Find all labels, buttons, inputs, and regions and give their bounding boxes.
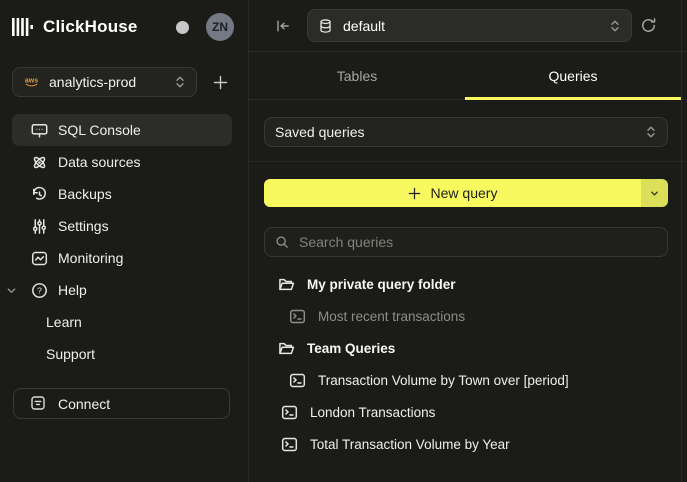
- sidebar-item-label: Backups: [58, 186, 112, 202]
- sidebar-item-label: SQL Console: [58, 122, 141, 138]
- select-chevrons-icon: [174, 75, 186, 89]
- search-icon: [275, 235, 289, 249]
- sidebar-item-label: Help: [58, 282, 87, 298]
- query-item-label: London Transactions: [310, 405, 435, 420]
- sidebar-item-sql-console[interactable]: SQL Console: [12, 114, 232, 146]
- query-item[interactable]: Total Transaction Volume by Year: [249, 428, 687, 460]
- sidebar-item-label: Settings: [58, 218, 109, 234]
- tab-queries[interactable]: Queries: [465, 52, 681, 99]
- search-queries-box: [264, 227, 668, 257]
- connect-button-label: Connect: [58, 396, 110, 412]
- service-selector-value: analytics-prod: [49, 74, 165, 90]
- settings-sliders-icon: [31, 218, 48, 235]
- query-item[interactable]: Transaction Volume by Town over [period]: [249, 364, 687, 396]
- topbar: default: [249, 0, 687, 52]
- sidebar-item-label: Monitoring: [58, 250, 123, 266]
- sidebar-item-settings[interactable]: Settings: [12, 210, 232, 242]
- tab-tables[interactable]: Tables: [249, 52, 465, 99]
- saved-queries-filter-select[interactable]: Saved queries: [264, 117, 668, 147]
- sidebar-item-learn[interactable]: Learn: [0, 306, 248, 338]
- monitoring-icon: [31, 250, 48, 267]
- sidebar-item-data-sources[interactable]: Data sources: [12, 146, 232, 178]
- connect-button[interactable]: Connect: [13, 388, 230, 419]
- select-chevrons-icon: [645, 125, 657, 139]
- service-row: aws analytics-prod: [0, 67, 248, 97]
- sidebar-item-monitoring[interactable]: Monitoring: [12, 242, 232, 274]
- sidebar-item-label: Support: [46, 346, 95, 362]
- plus-icon: [213, 75, 228, 90]
- terminal-icon: [281, 404, 298, 421]
- brand-row: ClickHouse ZN: [0, 0, 248, 54]
- refresh-icon: [640, 17, 657, 34]
- help-icon: ?: [31, 282, 48, 299]
- sidebar-item-label: Learn: [46, 314, 82, 330]
- folder-open-icon: [278, 340, 295, 357]
- terminal-icon: [289, 308, 306, 325]
- search-queries-input[interactable]: [297, 233, 657, 251]
- query-item-label: Transaction Volume by Town over [period]: [318, 373, 569, 388]
- query-folder-label: My private query folder: [307, 277, 456, 292]
- query-folder[interactable]: My private query folder: [249, 268, 687, 300]
- add-service-button[interactable]: [209, 71, 232, 94]
- data-sources-icon: [31, 154, 48, 171]
- sidebar-item-label: Data sources: [58, 154, 140, 170]
- service-selector[interactable]: aws analytics-prod: [12, 67, 197, 97]
- sidebar: ClickHouse ZN aws analytics-prod: [0, 0, 249, 482]
- query-tree: My private query folder Most recent tran…: [249, 268, 687, 460]
- terminal-icon: [281, 436, 298, 453]
- query-item[interactable]: London Transactions: [249, 396, 687, 428]
- database-selector[interactable]: default: [307, 9, 632, 42]
- query-item-label: Total Transaction Volume by Year: [310, 437, 510, 452]
- sidebar-nav: SQL Console Data sources Backups Setting…: [0, 114, 248, 370]
- query-folder-label: Team Queries: [307, 341, 395, 356]
- sql-console-icon: [31, 122, 48, 139]
- new-query-menu-button[interactable]: [641, 179, 668, 207]
- select-chevrons-icon: [609, 19, 621, 33]
- tab-bar: Tables Queries: [249, 52, 687, 100]
- chevron-down-icon[interactable]: [6, 285, 17, 296]
- backups-icon: [31, 186, 48, 203]
- status-dot[interactable]: [176, 21, 189, 34]
- database-selector-value: default: [343, 18, 599, 34]
- query-item[interactable]: Most recent transactions: [249, 300, 687, 332]
- collapse-left-icon: [275, 18, 291, 34]
- aws-icon: aws: [23, 75, 40, 89]
- sidebar-item-support[interactable]: Support: [0, 338, 248, 370]
- right-panel: default Tables Queries Saved queries: [249, 0, 687, 482]
- collapse-sidebar-button[interactable]: [273, 16, 293, 36]
- section-divider: [249, 161, 687, 162]
- query-item-label: Most recent transactions: [318, 309, 465, 324]
- clickhouse-console-app: ClickHouse ZN aws analytics-prod: [0, 0, 687, 482]
- plus-icon: [408, 187, 421, 200]
- query-folder[interactable]: Team Queries: [249, 332, 687, 364]
- chevron-down-icon: [649, 188, 660, 199]
- new-query-split-button: New query: [264, 179, 668, 207]
- new-query-button[interactable]: New query: [264, 179, 641, 207]
- sidebar-item-backups[interactable]: Backups: [12, 178, 232, 210]
- database-icon: [318, 18, 333, 34]
- avatar[interactable]: ZN: [206, 13, 234, 41]
- sidebar-item-help[interactable]: ? Help: [12, 274, 232, 306]
- queries-panel: Saved queries New query: [249, 100, 687, 482]
- folder-open-icon: [278, 276, 295, 293]
- refresh-button[interactable]: [636, 13, 661, 38]
- svg-text:?: ?: [37, 285, 42, 295]
- connect-icon: [30, 395, 47, 412]
- svg-text:aws: aws: [25, 78, 38, 85]
- terminal-icon: [289, 372, 306, 389]
- clickhouse-logo-icon: [12, 17, 34, 37]
- saved-queries-filter-value: Saved queries: [275, 124, 645, 140]
- new-query-button-label: New query: [431, 185, 498, 201]
- brand-title: ClickHouse: [43, 17, 138, 37]
